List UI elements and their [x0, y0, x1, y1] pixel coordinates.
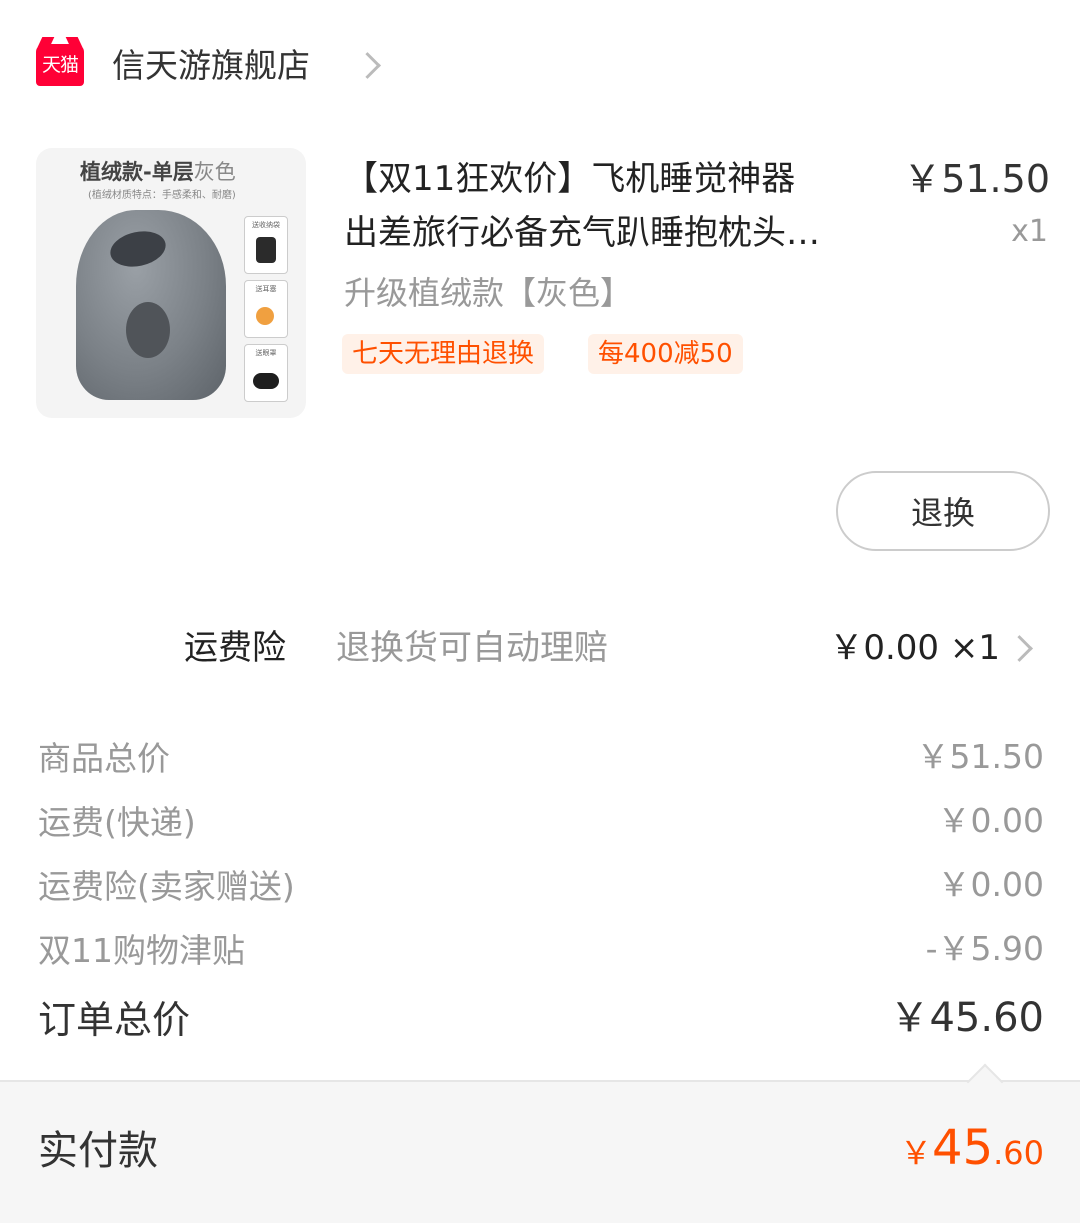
tag-seven-day-return: 七天无理由退换	[342, 334, 545, 374]
insurance-price[interactable]: ￥0.00 ×1	[829, 624, 1000, 672]
order-total-label: 订单总价	[38, 998, 191, 1042]
return-exchange-button[interactable]: 退换	[836, 471, 1050, 551]
summary-label-shipping: 运费(快递)	[38, 803, 196, 842]
tag-discount: 每400减50	[588, 334, 743, 374]
gift-earplug-thumbnail: 送耳塞	[244, 280, 288, 338]
summary-label-insurance: 运费险(卖家赠送)	[38, 867, 295, 906]
product-quantity: x1	[1011, 214, 1048, 249]
chevron-right-icon[interactable]	[354, 52, 381, 79]
pillow-illustration	[76, 210, 226, 400]
chevron-right-icon[interactable]	[1006, 635, 1033, 662]
image-title: 植绒款-单层灰色	[80, 160, 236, 184]
image-subtitle: (植绒材质特点：手感柔和、耐磨)	[88, 190, 236, 201]
insurance-description: 退换货可自动理赔	[336, 628, 608, 668]
product-image[interactable]: 植绒款-单层灰色 (植绒材质特点：手感柔和、耐磨) 送收纳袋 送耳塞 送眼罩	[36, 148, 306, 418]
actual-payment-label: 实付款	[38, 1128, 158, 1174]
summary-value-shipping: ￥0.00	[937, 801, 1044, 840]
tmall-logo: 天猫	[36, 44, 84, 86]
product-title[interactable]: 【双11狂欢价】飞机睡觉神器 出差旅行必备充气趴睡抱枕头…	[344, 152, 884, 260]
gift-eyemask-thumbnail: 送眼罩	[244, 344, 288, 402]
summary-value-goods-total: ￥51.50	[916, 737, 1044, 776]
gift-bag-thumbnail: 送收纳袋	[244, 216, 288, 274]
product-price: ￥51.50	[903, 157, 1050, 201]
summary-label-goods-total: 商品总价	[38, 739, 170, 778]
insurance-label: 运费险	[184, 628, 286, 668]
summary-value-insurance: ￥0.00	[937, 865, 1044, 904]
product-sku: 升级植绒款【灰色】	[344, 274, 633, 312]
summary-label-subsidy: 双11购物津贴	[38, 931, 245, 970]
panel-notch	[966, 1063, 1004, 1101]
summary-value-subsidy: -￥5.90	[925, 929, 1044, 968]
shop-name[interactable]: 信天游旗舰店	[112, 42, 310, 90]
actual-payment-value: ￥45.60	[900, 1120, 1044, 1176]
order-total-value: ￥45.60	[889, 995, 1044, 1041]
